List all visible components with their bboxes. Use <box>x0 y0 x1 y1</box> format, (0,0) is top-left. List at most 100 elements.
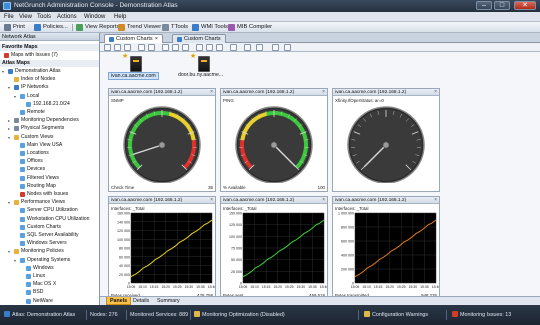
dropdown-icon[interactable] <box>284 44 291 51</box>
tree-item[interactable]: Linux <box>20 273 45 280</box>
favorite-item[interactable]: Maps with Issues (7) <box>4 52 58 59</box>
line-chart: 160 000 140 000 120 000 100 000 80 000 60 000… <box>117 212 215 290</box>
minimize-button[interactable]: – <box>476 1 492 10</box>
tab-custom-charts[interactable]: Custom Charts × <box>104 34 163 43</box>
tree-item[interactable]: ▾ IP Networks <box>8 84 48 91</box>
tree-item[interactable]: ▾ Performance Views <box>8 199 65 206</box>
select-icon[interactable] <box>138 44 145 51</box>
pan-icon[interactable] <box>148 44 155 51</box>
delete-icon[interactable] <box>216 44 223 51</box>
maximize-button[interactable]: □ <box>494 1 510 10</box>
tree-item[interactable]: Nodes with Issues <box>14 191 68 198</box>
view-reports-button[interactable]: View Reports <box>76 23 119 32</box>
menu-window[interactable]: Window <box>84 13 105 21</box>
grid-icon[interactable] <box>172 44 179 51</box>
tree-item[interactable]: ▾ Local <box>14 93 39 100</box>
menu-file[interactable]: File <box>4 13 14 21</box>
expand-toggle-icon[interactable]: ▾ <box>8 134 12 141</box>
tree-item[interactable]: Main View USA <box>14 142 62 149</box>
panel-close-icon[interactable]: × <box>210 89 213 96</box>
tree-item[interactable]: Index of Nodes <box>8 76 55 83</box>
line-chart-panel[interactable]: ivan.ca.aacme.com (192.168.1.2) × Interfac… <box>220 196 328 300</box>
settings-icon[interactable] <box>256 44 263 51</box>
tree-item[interactable]: 192.168.21.0/24 <box>20 101 70 108</box>
tab-custom-charts-2[interactable]: Custom Charts <box>172 34 226 43</box>
trend-viewer-button[interactable]: Trend Viewer <box>118 23 161 32</box>
align-icon[interactable] <box>244 44 251 51</box>
gauge-panel[interactable]: ivan.ca.aacme.com (192.168.1.2) × PING% Av… <box>220 88 328 192</box>
tree-item[interactable]: BSD <box>20 289 43 296</box>
zoom-icon[interactable] <box>182 44 189 51</box>
tree-item[interactable]: ▾ Operating Systems <box>14 257 70 264</box>
status-optimization[interactable]: Monitoring Optimization (Disabled) <box>194 311 285 319</box>
panel-close-icon[interactable]: × <box>210 197 213 204</box>
tree-item[interactable]: Workstation CPU Utilization <box>14 216 89 223</box>
text-icon[interactable] <box>230 44 237 51</box>
tab-details[interactable]: Details <box>130 297 152 305</box>
tree-item[interactable]: Remote <box>14 109 45 116</box>
tree-item[interactable]: ▸ Monitoring Dependencies <box>8 117 79 124</box>
expand-toggle-icon[interactable]: ▸ <box>8 117 12 124</box>
up-icon[interactable] <box>124 44 131 51</box>
menu-actions[interactable]: Actions <box>57 13 77 21</box>
status-monitoring-issues[interactable]: Monitoring Issues: 13 <box>452 311 511 319</box>
tree-item[interactable]: Locations <box>14 150 49 157</box>
menu-help[interactable]: Help <box>114 13 126 21</box>
menu-tools[interactable]: Tools <box>37 13 51 21</box>
tree-item[interactable]: Windows <box>20 265 54 272</box>
status-config-warnings[interactable]: Configuration Warnings <box>364 311 428 319</box>
favorite-maps-title[interactable]: Favorite Maps <box>0 44 99 51</box>
tree-item[interactable]: ▸ Physical Segments <box>8 125 64 132</box>
tree-item[interactable]: Server CPU Utilization <box>14 207 78 214</box>
wmi-tools-button[interactable]: WMI Tools <box>192 23 228 32</box>
print-button[interactable]: Print <box>4 23 25 32</box>
expand-toggle-icon[interactable]: ▾ <box>14 257 18 264</box>
tree-item[interactable]: ▾ Demonstration Atlas <box>2 68 61 75</box>
panel-close-icon[interactable]: × <box>434 197 437 204</box>
tree-item[interactable]: ▾ Custom Views <box>8 134 53 141</box>
expand-toggle-icon[interactable]: ▾ <box>8 84 12 91</box>
close-button[interactable]: ✕ <box>514 1 536 10</box>
policies-button[interactable]: Policies... <box>34 23 68 32</box>
atlas-maps-title[interactable]: Atlas Maps <box>0 60 99 67</box>
tree-item[interactable]: Windows Servers <box>14 240 67 247</box>
tab-panels[interactable]: Panels <box>106 297 132 305</box>
menu-view[interactable]: View <box>19 13 32 21</box>
panel-close-icon[interactable]: × <box>434 89 437 96</box>
layout-icon[interactable] <box>162 44 169 51</box>
gauge-panel[interactable]: ivan.ca.aacme.com (192.168.1.2) × Xfinity.… <box>332 88 440 192</box>
network-atlas-panel: Network Atlas Favorite Maps Maps with Is… <box>0 33 100 314</box>
device-label[interactable]: ivan.ca.aacme.com <box>108 72 159 80</box>
back-icon[interactable] <box>104 44 111 51</box>
mib-compiler-label: MIB Compiler <box>237 24 273 30</box>
add-panel-icon[interactable] <box>196 44 203 51</box>
tree-item[interactable]: Mac OS X <box>20 281 56 288</box>
tree-item[interactable]: Routing Map <box>14 183 56 190</box>
line-chart-panel[interactable]: ivan.ca.aacme.com (192.168.1.2) × Interfac… <box>332 196 440 300</box>
line-chart-panel[interactable]: ivan.ca.aacme.com (192.168.1.2) × Interfac… <box>108 196 216 300</box>
refresh-icon[interactable] <box>272 44 279 51</box>
tree-item[interactable]: Offices <box>14 158 43 165</box>
forward-icon[interactable] <box>114 44 121 51</box>
expand-toggle-icon[interactable]: ▾ <box>14 93 18 100</box>
tab-summary[interactable]: Summary <box>154 297 183 305</box>
panel-close-icon[interactable]: × <box>322 197 325 204</box>
mib-compiler-button[interactable]: MIB Compiler <box>228 23 272 32</box>
edit-icon[interactable] <box>206 44 213 51</box>
device-label[interactable]: door.bu.ny.aacme... <box>176 72 225 78</box>
expand-toggle-icon[interactable]: ▸ <box>8 125 12 132</box>
expand-toggle-icon[interactable]: ▾ <box>8 248 12 255</box>
tree-item[interactable]: Devices <box>14 166 45 173</box>
gauge-panel[interactable]: ivan.ca.aacme.com (192.168.1.2) × SNMP Chec… <box>108 88 216 192</box>
tree-item[interactable]: ▾ Monitoring Policies <box>8 248 64 255</box>
expand-toggle-icon[interactable]: ▾ <box>2 68 6 75</box>
ttools-button[interactable]: TTools <box>162 23 188 32</box>
tree-item[interactable]: Custom Charts <box>14 224 61 231</box>
server-icon[interactable] <box>198 56 210 72</box>
tree-item[interactable]: NetWare <box>20 298 53 305</box>
server-icon[interactable] <box>130 56 142 72</box>
tree-item[interactable]: Filtered Views <box>14 175 59 182</box>
expand-toggle-icon[interactable]: ▾ <box>8 199 12 206</box>
tree-item[interactable]: SQL Server Availability <box>14 232 79 239</box>
panel-close-icon[interactable]: × <box>322 89 325 96</box>
